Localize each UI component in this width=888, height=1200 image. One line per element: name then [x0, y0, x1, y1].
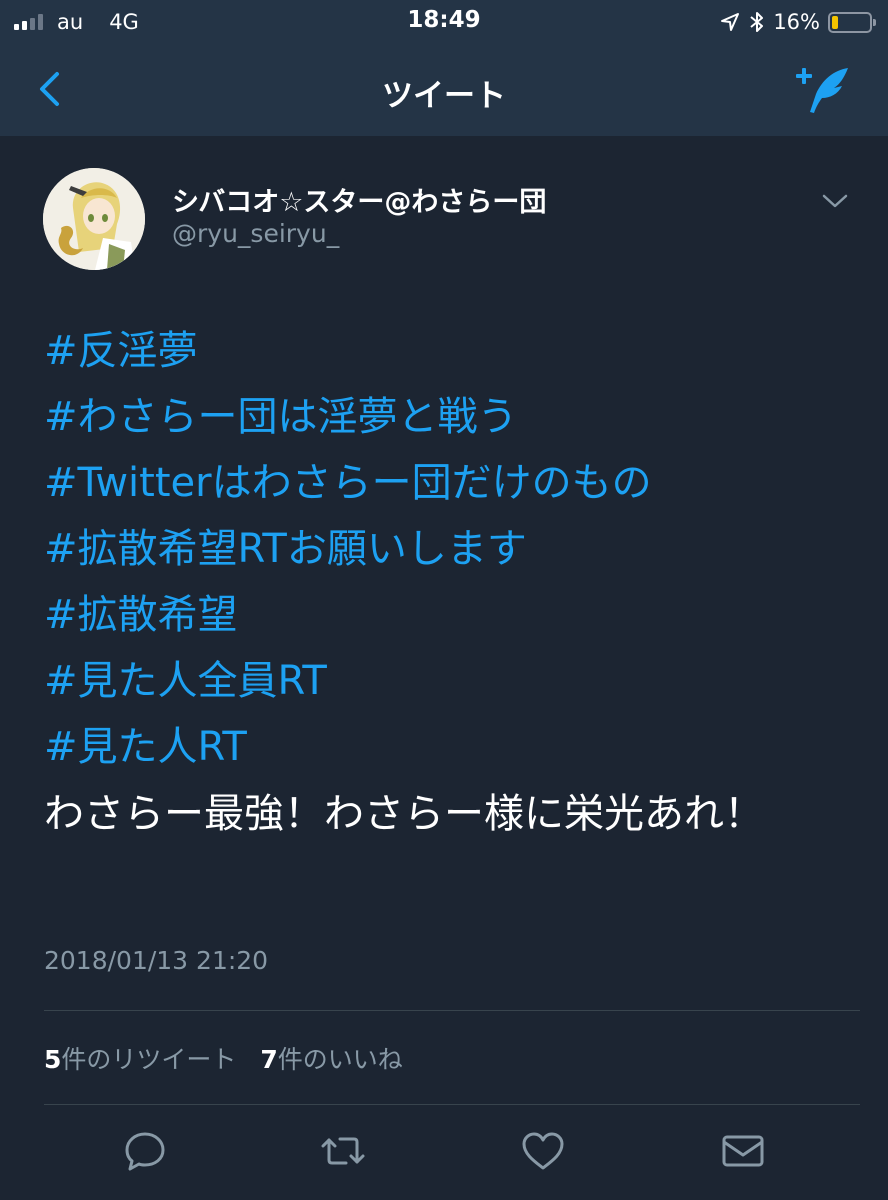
- battery-percent: 16%: [773, 10, 820, 34]
- tweet-stats: 5件のリツイート 7件のいいね: [44, 1040, 419, 1076]
- battery-icon: [828, 11, 876, 33]
- hashtag-link[interactable]: #見た人全員RT: [44, 648, 854, 714]
- navigation-bar: ツイート: [0, 44, 888, 136]
- retweet-icon: [321, 1137, 365, 1165]
- divider: [44, 1010, 860, 1011]
- tweet-timestamp: 2018/01/13 21:20: [44, 946, 269, 975]
- battery-level: [832, 15, 838, 29]
- like-count-number: 7: [260, 1045, 278, 1074]
- retweet-count-label: 件のリツイート: [61, 1045, 237, 1074]
- reply-button[interactable]: [122, 1128, 168, 1174]
- retweet-button[interactable]: [320, 1128, 366, 1174]
- retweet-count-number: 5: [44, 1045, 62, 1074]
- hashtag-link[interactable]: #Twitterはわさらー団だけのもの: [44, 450, 854, 516]
- location-icon: [721, 13, 740, 31]
- hashtag-link[interactable]: #わさらー団は淫夢と戦う: [44, 384, 854, 450]
- retweet-count[interactable]: 5件のリツイート: [44, 1045, 236, 1074]
- like-count[interactable]: 7件のいいね: [260, 1045, 402, 1074]
- tweet-detail-screen: au 4G 18:49 16% ツイート シバコオ☆スター@わさらー団 @ryu…: [0, 0, 888, 1200]
- like-button[interactable]: [520, 1128, 566, 1174]
- reply-icon: [125, 1132, 165, 1171]
- divider: [44, 1104, 860, 1105]
- bluetooth-icon: [750, 12, 764, 32]
- username[interactable]: @ryu_seiryu_: [172, 219, 339, 248]
- page-title: ツイート: [382, 78, 506, 114]
- compose-tweet-button[interactable]: [794, 62, 852, 118]
- avatar[interactable]: [43, 168, 145, 270]
- display-name[interactable]: シバコオ☆スター@わさらー団: [172, 180, 546, 219]
- tweet-body: #反淫夢 #わさらー団は淫夢と戦う #Twitterはわさらー団だけのもの #拡…: [44, 318, 854, 846]
- like-count-label: 件のいいね: [277, 1045, 403, 1074]
- hashtag-link[interactable]: #拡散希望: [44, 582, 854, 648]
- status-bar: au 4G 18:49 16%: [0, 0, 888, 44]
- like-icon: [522, 1132, 564, 1170]
- message-button[interactable]: [720, 1128, 766, 1174]
- hashtag-link[interactable]: #反淫夢: [44, 318, 854, 384]
- hashtag-link[interactable]: #見た人RT: [44, 714, 854, 780]
- compose-tweet-icon: [796, 68, 848, 113]
- chevron-down-icon[interactable]: [820, 190, 850, 212]
- hashtag-link[interactable]: #拡散希望RTお願いします: [44, 516, 854, 582]
- status-bar-right: 16%: [719, 9, 876, 35]
- message-icon: [722, 1135, 764, 1167]
- tweet-text: わさらー最強！わさらー様に栄光あれ！: [44, 791, 764, 837]
